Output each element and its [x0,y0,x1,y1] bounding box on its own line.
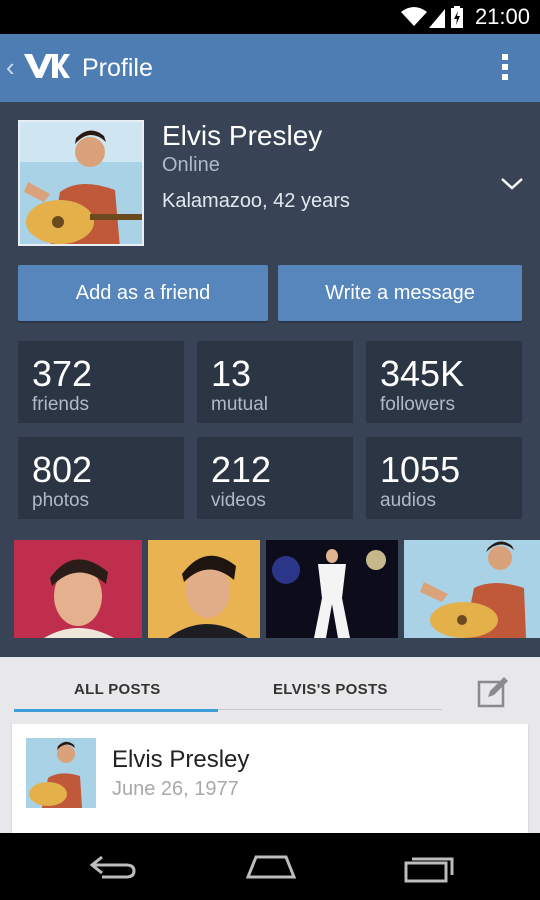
battery-icon [451,6,463,28]
avatar-image [20,122,142,244]
stat-friends[interactable]: 372 friends [18,341,184,423]
stat-value: 1055 [380,449,461,490]
post-card[interactable]: Elvis Presley June 26, 1977 [12,724,528,844]
back-nav-icon[interactable] [88,853,138,881]
stat-value: 212 [211,449,272,490]
photo-image [14,540,142,638]
app-bar: ‹ Profile [0,34,540,102]
write-message-button[interactable]: Write a message [278,265,522,321]
post-date: June 26, 1977 [112,778,239,800]
profile-name: Elvis Presley [162,120,323,151]
stat-mutual[interactable]: 13 mutual [197,341,353,423]
tab-all-posts[interactable]: ALL POSTS [74,681,161,698]
stat-label: photos [32,490,90,511]
tab-elvis-posts[interactable]: ELVIS'S POSTS [273,681,388,698]
system-nav-bar [0,833,540,900]
stat-label: friends [32,394,90,415]
avatar-image [26,738,96,808]
profile-panel: Elvis Presley Online Kalamazoo, 42 years… [0,102,540,657]
profile-location: Kalamazoo, 42 years [162,190,350,212]
signal-icon [429,9,445,28]
stat-value: 13 [211,353,252,394]
stat-label: followers [380,394,455,415]
photo-thumbnail[interactable] [14,540,142,638]
photo-thumbnail[interactable] [404,540,540,638]
stat-label: videos [211,490,266,511]
stat-label: mutual [211,394,269,415]
recents-nav-icon[interactable] [404,853,456,883]
home-nav-icon[interactable] [244,853,298,881]
online-status: Online [162,154,220,176]
page-title: Profile [82,54,153,82]
profile-avatar[interactable] [18,120,144,246]
add-friend-button[interactable]: Add as a friend [18,265,268,321]
stat-label: audios [380,490,436,511]
photo-thumbnail[interactable] [148,540,260,638]
stat-videos[interactable]: 212 videos [197,437,353,519]
photo-thumbnail[interactable] [266,540,398,638]
compose-icon[interactable] [476,675,510,709]
overflow-menu-icon[interactable] [502,54,510,84]
active-tab-indicator [14,709,218,712]
wifi-icon [401,7,427,26]
stat-value: 372 [32,353,93,394]
stat-audios[interactable]: 1055 audios [366,437,522,519]
status-bar: 21:00 [0,0,540,34]
clock: 21:00 [474,4,530,29]
stat-value: 802 [32,449,93,490]
back-icon[interactable]: ‹ [6,52,15,83]
stat-followers[interactable]: 345K followers [366,341,522,423]
post-author-avatar[interactable] [26,738,96,808]
photo-image [404,540,540,638]
stat-value: 345K [380,353,465,394]
post-author-name[interactable]: Elvis Presley [112,746,249,774]
stat-photos[interactable]: 802 photos [18,437,184,519]
posts-feed: ALL POSTS ELVIS'S POSTS Elvis Presley Ju… [0,657,540,844]
photo-image [266,540,398,638]
vk-logo-icon[interactable] [22,48,70,84]
photo-image [148,540,260,638]
chevron-down-icon[interactable] [500,177,524,191]
